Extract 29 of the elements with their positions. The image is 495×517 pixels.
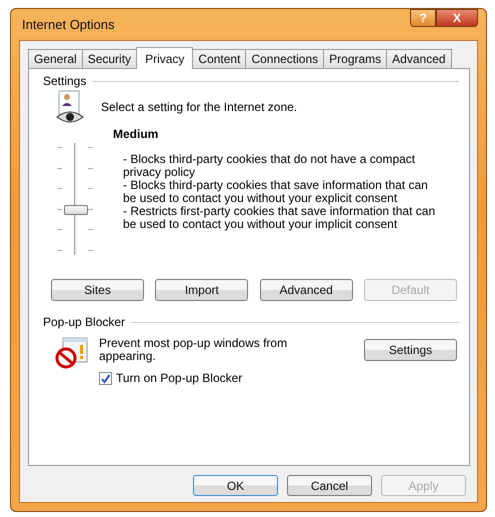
slider-thumb[interactable] [64,205,88,215]
group-heading: Settings [43,74,86,88]
tab[interactable]: Advanced [386,49,452,68]
dialog-button[interactable]: Sites [51,279,144,301]
description-text: - Restricts first-party cookies that save information that can be used to contact you without your implicit consent [123,205,436,231]
description-text: - Blocks third-party cookies that save information that can be used to contact you without your explicit consent [123,179,429,205]
blocked-popup-icon [55,337,89,369]
checkbox[interactable] [99,372,112,384]
settings-button[interactable]: Settings [364,339,457,361]
dialog-button[interactable]: Import [155,279,248,301]
close-button[interactable]: X [436,9,478,27]
checkbox-label[interactable]: Turn on Pop-up Blocker [116,371,242,385]
popup-description: Prevent most pop-up windows from appearing. [99,337,288,363]
group-heading: Pop-up Blocker [43,315,126,329]
tab[interactable]: Privacy [136,47,194,69]
level-name: Medium [113,127,160,141]
dialog-button[interactable]: Cancel [287,475,372,496]
intro-text: Select a setting for the Internet zone. [101,100,298,114]
dialog-button[interactable]: Advanced [260,279,353,301]
dialog-button[interactable]: OK [193,475,278,496]
privacy-level-slider[interactable] [57,143,93,255]
tab[interactable]: General [28,49,83,68]
tab[interactable]: Content [192,49,246,68]
description-text: - Blocks third-party cookies that do not have a compact privacy policy [123,153,416,179]
window-title: Internet Options [21,17,114,32]
privacy-document-eye-icon [55,90,85,124]
tab[interactable]: Connections [245,49,324,68]
tab[interactable]: Security [82,49,138,68]
tab[interactable]: Programs [323,49,388,68]
